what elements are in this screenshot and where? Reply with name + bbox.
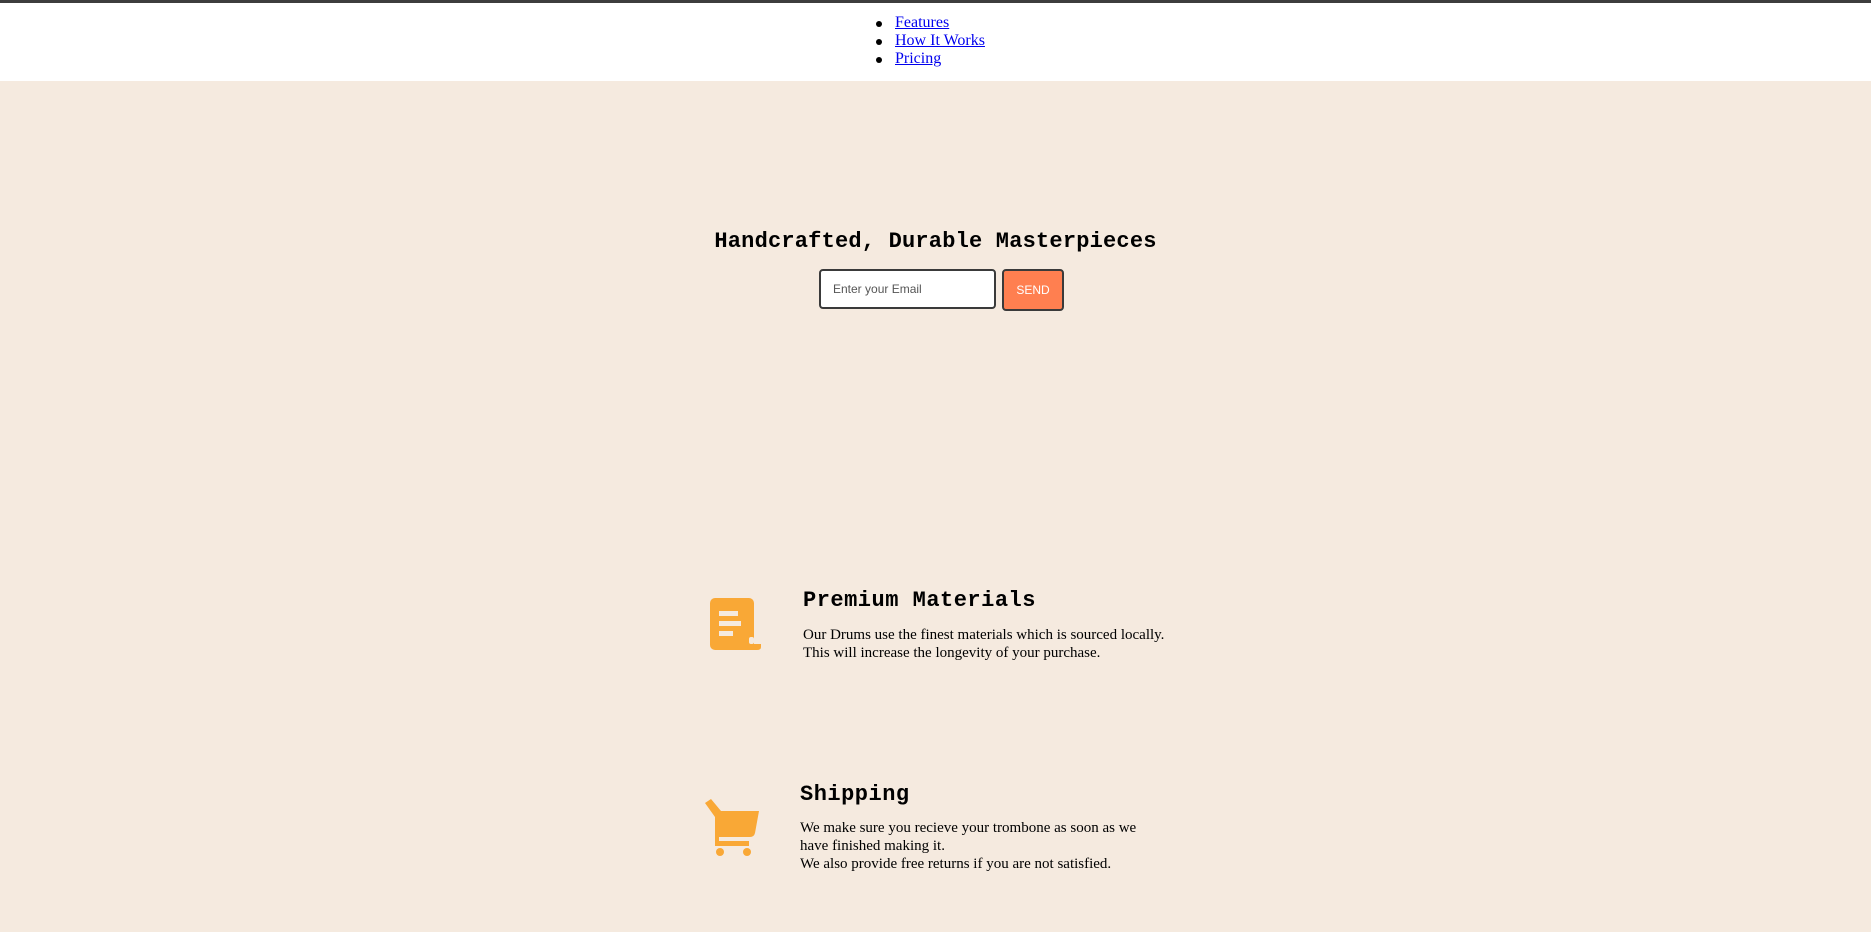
feature-text-premium-materials: Our Drums use the finest materials which… <box>803 626 1223 662</box>
nav-link-features[interactable]: Features <box>895 14 949 31</box>
cart-icon <box>705 799 763 857</box>
feature-text-line: We also provide free returns if you are … <box>800 856 1112 872</box>
nav-item-how-it-works: How It Works <box>876 32 985 50</box>
nav-link-pricing[interactable]: Pricing <box>895 50 941 67</box>
hero-title: Handcrafted, Durable Masterpieces <box>714 229 1157 254</box>
nav-list: Features How It Works Pricing <box>876 14 985 68</box>
nav-item-features: Features <box>876 14 985 32</box>
feature-title-shipping: Shipping <box>800 782 910 807</box>
send-button[interactable]: SEND <box>1002 269 1064 311</box>
nav-link-how-it-works[interactable]: How It Works <box>895 32 985 49</box>
feature-text-line: have finished making it. <box>800 838 945 854</box>
feature-text-shipping: We make sure you recieve your trombone a… <box>800 819 1200 873</box>
feature-text-line: This will increase the longevity of your… <box>803 645 1101 661</box>
receipt-icon <box>709 597 763 651</box>
site-header: Features How It Works Pricing <box>0 3 1871 81</box>
feature-title-premium-materials: Premium Materials <box>803 588 1036 613</box>
feature-text-line: Our Drums use the finest materials which… <box>803 627 1165 643</box>
bullet-icon <box>876 39 882 45</box>
feature-text-line: We make sure you recieve your trombone a… <box>800 820 1137 836</box>
nav-item-pricing: Pricing <box>876 50 985 68</box>
bullet-icon <box>876 57 882 63</box>
bullet-icon <box>876 21 882 27</box>
email-input[interactable] <box>819 269 996 309</box>
main-content: Handcrafted, Durable Masterpieces SEND P… <box>0 81 1871 932</box>
